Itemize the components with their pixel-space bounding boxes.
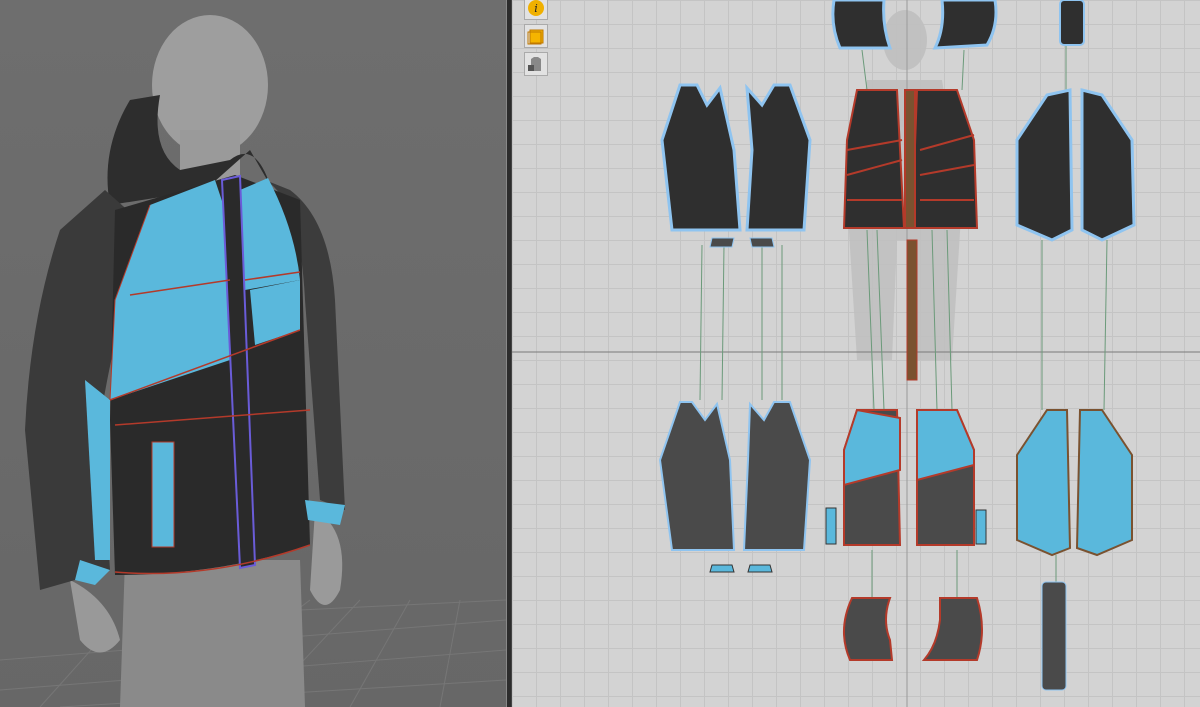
pattern-piece-front-upper[interactable] — [842, 89, 979, 229]
3d-scene — [0, 15, 506, 707]
2d-pattern-window[interactable]: i — [512, 0, 1200, 707]
pattern-piece-hood-lower[interactable] — [842, 597, 983, 661]
2d-toolbar: i — [524, 0, 550, 80]
pattern-piece-collar-bottom[interactable] — [1041, 581, 1067, 691]
info-button[interactable]: i — [524, 0, 548, 20]
pattern-piece-collar-top[interactable] — [1059, 0, 1085, 46]
pattern-piece-cuffs-lower[interactable] — [709, 564, 773, 573]
pattern-piece-zipper-placket[interactable] — [906, 239, 918, 381]
info-icon: i — [528, 0, 544, 16]
garment-lock-button[interactable] — [524, 52, 548, 76]
texture-icon — [527, 29, 544, 45]
texture-button[interactable] — [524, 24, 548, 48]
3d-viewport[interactable] — [0, 0, 506, 707]
pattern-piece-sleeve-lower[interactable] — [1016, 409, 1133, 557]
pattern-canvas[interactable] — [512, 0, 1200, 707]
pattern-piece-back-upper[interactable] — [660, 83, 812, 232]
pattern-piece-sleeve-upper[interactable] — [1015, 88, 1136, 242]
svg-text:i: i — [534, 2, 538, 15]
garment-lock-icon — [528, 57, 541, 71]
pattern-piece-cuffs-upper[interactable] — [709, 237, 775, 248]
pattern-piece-front-lower[interactable] — [843, 408, 975, 546]
jacket-3d[interactable] — [25, 95, 345, 590]
pattern-piece-back-lower[interactable] — [658, 401, 812, 551]
